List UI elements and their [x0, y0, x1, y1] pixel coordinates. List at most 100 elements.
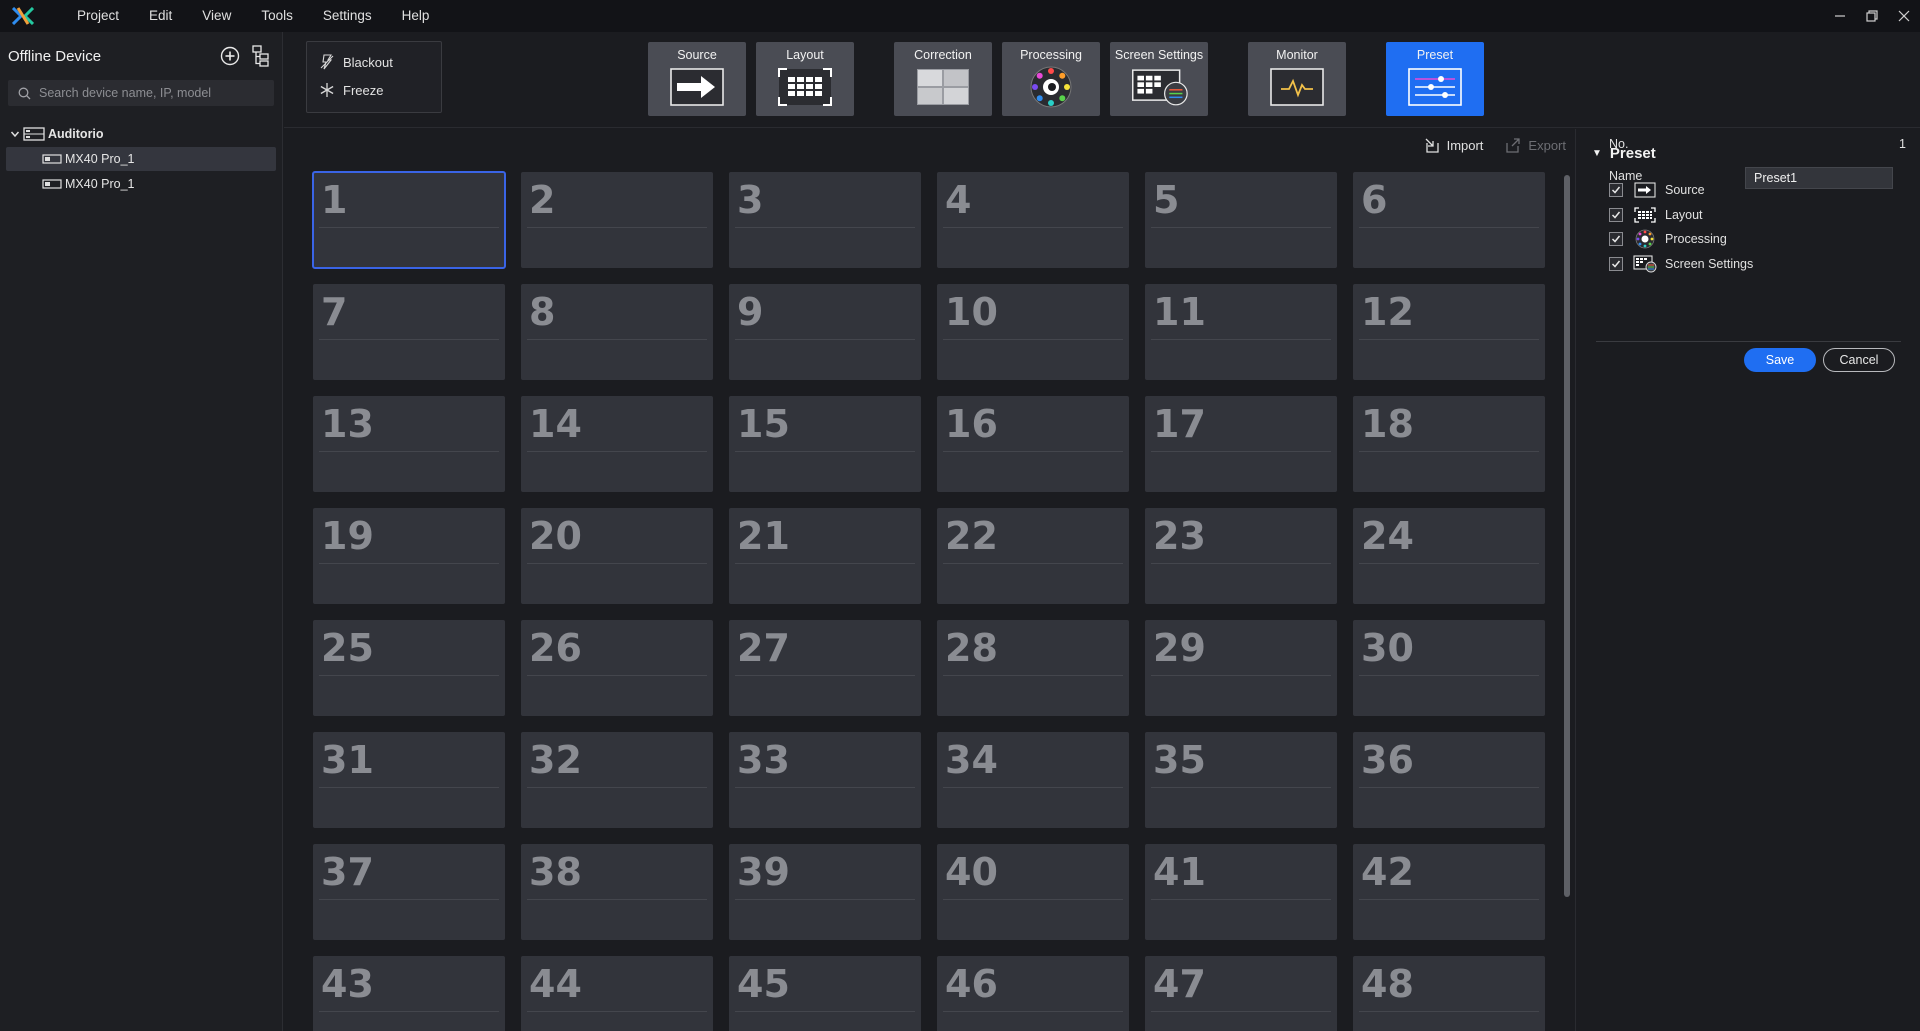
preset-slot[interactable]: 4	[937, 172, 1129, 268]
add-device-icon[interactable]	[216, 42, 244, 70]
menu-edit[interactable]: Edit	[134, 0, 187, 32]
preset-tool-button[interactable]: Preset	[1386, 42, 1484, 116]
preset-slot[interactable]: 48	[1353, 956, 1545, 1031]
preset-slot-divider	[1151, 563, 1331, 564]
preset-slot[interactable]: 14	[521, 396, 713, 492]
preset-slot[interactable]: 8	[521, 284, 713, 380]
preset-slot[interactable]: 16	[937, 396, 1129, 492]
checkbox[interactable]	[1609, 207, 1623, 222]
preset-slot[interactable]: 41	[1145, 844, 1337, 940]
preset-slot-number: 10	[945, 290, 998, 334]
menu-settings[interactable]: Settings	[308, 0, 387, 32]
export-button[interactable]: Export	[1505, 137, 1566, 153]
grid-scrollbar[interactable]	[1564, 175, 1570, 897]
preset-slot[interactable]: 37	[313, 844, 505, 940]
checkbox[interactable]	[1609, 232, 1623, 246]
layout-icon	[1633, 205, 1657, 225]
collapse-triangle-icon[interactable]: ▼	[1592, 148, 1602, 159]
preset-option-label: Source	[1665, 183, 1705, 197]
preset-slot[interactable]: 46	[937, 956, 1129, 1031]
preset-slot[interactable]: 12	[1353, 284, 1545, 380]
preset-slot[interactable]: 34	[937, 732, 1129, 828]
preset-slot[interactable]: 28	[937, 620, 1129, 716]
close-icon[interactable]	[1888, 0, 1920, 32]
preset-slot[interactable]: 27	[729, 620, 921, 716]
menu-tools[interactable]: Tools	[246, 0, 308, 32]
preset-slot[interactable]: 24	[1353, 508, 1545, 604]
screen-settings-tool-button[interactable]: Screen Settings	[1110, 42, 1208, 116]
preset-slot[interactable]: 21	[729, 508, 921, 604]
preset-slot[interactable]: 18	[1353, 396, 1545, 492]
preset-slot-divider	[1359, 1011, 1539, 1012]
preset-slot[interactable]: 22	[937, 508, 1129, 604]
source-tool-button[interactable]: Source	[648, 42, 746, 116]
preset-slot-divider	[319, 451, 499, 452]
tree-device-item[interactable]: MX40 Pro_1	[6, 172, 276, 196]
preset-option-label: Processing	[1665, 232, 1727, 246]
tree-device-item[interactable]: MX40 Pro_1	[6, 147, 276, 171]
tree-group-auditorio[interactable]: Auditorio	[6, 122, 276, 146]
preset-slot[interactable]: 44	[521, 956, 713, 1031]
preset-slot[interactable]: 11	[1145, 284, 1337, 380]
processing-tool-button[interactable]: Processing	[1002, 42, 1100, 116]
preset-slot[interactable]: 42	[1353, 844, 1545, 940]
preset-slot-number: 35	[1153, 738, 1206, 782]
preset-slot[interactable]: 5	[1145, 172, 1337, 268]
preset-slot[interactable]: 25	[313, 620, 505, 716]
checkbox[interactable]	[1609, 256, 1623, 271]
layout-tool-button[interactable]: Layout	[756, 42, 854, 116]
preset-slot[interactable]: 10	[937, 284, 1129, 380]
preset-slot[interactable]: 39	[729, 844, 921, 940]
preset-slot[interactable]: 6	[1353, 172, 1545, 268]
preset-slot-number: 24	[1361, 514, 1414, 558]
search-input[interactable]	[39, 86, 264, 100]
monitor-tool-button[interactable]: Monitor	[1248, 42, 1346, 116]
preset-slot[interactable]: 47	[1145, 956, 1337, 1031]
screen-settings-tool-label: Screen Settings	[1114, 48, 1204, 62]
menu-help[interactable]: Help	[387, 0, 445, 32]
checkbox[interactable]	[1609, 183, 1623, 197]
preset-slot-number: 25	[321, 626, 374, 670]
toolbar: Blackout Freeze Source Layout Correction…	[284, 32, 1920, 128]
preset-slot[interactable]: 20	[521, 508, 713, 604]
correction-tool-button[interactable]: Correction	[894, 42, 992, 116]
preset-slot[interactable]: 13	[313, 396, 505, 492]
preset-slot[interactable]: 31	[313, 732, 505, 828]
export-label: Export	[1528, 137, 1566, 153]
preset-slot[interactable]: 7	[313, 284, 505, 380]
preset-slot[interactable]: 45	[729, 956, 921, 1031]
preset-slot[interactable]: 23	[1145, 508, 1337, 604]
chevron-down-icon[interactable]	[10, 129, 20, 139]
preset-slot-number: 18	[1361, 402, 1414, 446]
preset-slot[interactable]: 43	[313, 956, 505, 1031]
device-tree-icon[interactable]	[246, 42, 274, 70]
preset-slot[interactable]: 17	[1145, 396, 1337, 492]
import-button[interactable]: Import	[1424, 137, 1483, 153]
preset-slot[interactable]: 9	[729, 284, 921, 380]
menu-project[interactable]: Project	[46, 0, 134, 32]
save-button[interactable]: Save	[1744, 348, 1816, 372]
preset-slot[interactable]: 30	[1353, 620, 1545, 716]
preset-slot[interactable]: 19	[313, 508, 505, 604]
preset-slot[interactable]: 3	[729, 172, 921, 268]
preset-slot[interactable]: 2	[521, 172, 713, 268]
preset-slot-number: 26	[529, 626, 582, 670]
preset-slot[interactable]: 35	[1145, 732, 1337, 828]
cancel-button[interactable]: Cancel	[1823, 348, 1895, 372]
minimize-icon[interactable]	[1824, 0, 1856, 32]
preset-slot[interactable]: 40	[937, 844, 1129, 940]
preset-slot[interactable]: 38	[521, 844, 713, 940]
menu-view[interactable]: View	[187, 0, 246, 32]
preset-slot[interactable]: 32	[521, 732, 713, 828]
restore-icon[interactable]	[1856, 0, 1888, 32]
preset-slot[interactable]: 36	[1353, 732, 1545, 828]
preset-slot[interactable]: 29	[1145, 620, 1337, 716]
source-tool-label: Source	[677, 48, 717, 62]
blackout-button[interactable]: Blackout	[307, 48, 441, 76]
preset-slot[interactable]: 1	[312, 171, 506, 269]
preset-slot[interactable]: 26	[521, 620, 713, 716]
preset-slot[interactable]: 15	[729, 396, 921, 492]
preset-slot-number: 2	[529, 178, 556, 222]
freeze-button[interactable]: Freeze	[307, 76, 441, 104]
preset-slot[interactable]: 33	[729, 732, 921, 828]
